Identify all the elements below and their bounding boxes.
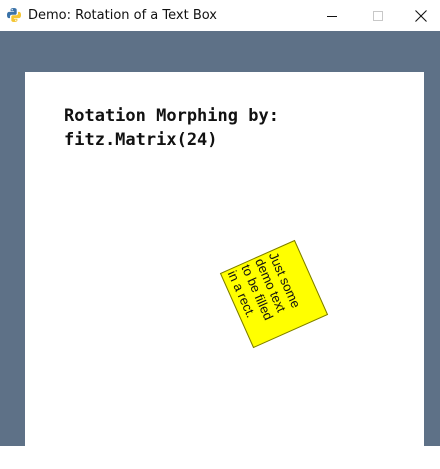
python-icon — [7, 8, 21, 22]
page-heading: Rotation Morphing by: fitz.Matrix(24) — [64, 104, 279, 152]
minimize-button[interactable] — [309, 0, 355, 31]
rotated-text-box: Just some demo text to be filled in a re… — [219, 239, 329, 349]
maximize-icon — [373, 10, 383, 21]
maximize-button[interactable] — [355, 0, 401, 31]
window-title: Demo: Rotation of a Text Box — [28, 8, 217, 23]
rotated-text: Just some demo text to be filled in a re… — [225, 250, 311, 344]
page-canvas: Rotation Morphing by: fitz.Matrix(24) Ju… — [25, 72, 424, 469]
minimize-icon — [327, 15, 337, 17]
heading-line-2: fitz.Matrix(24) — [64, 130, 218, 150]
close-button[interactable] — [401, 0, 440, 31]
heading-line-1: Rotation Morphing by: — [64, 106, 279, 126]
close-icon — [414, 9, 427, 22]
title-bar[interactable]: Demo: Rotation of a Text Box — [0, 0, 440, 31]
window-client-area: Rotation Morphing by: fitz.Matrix(24) Ju… — [0, 31, 440, 469]
